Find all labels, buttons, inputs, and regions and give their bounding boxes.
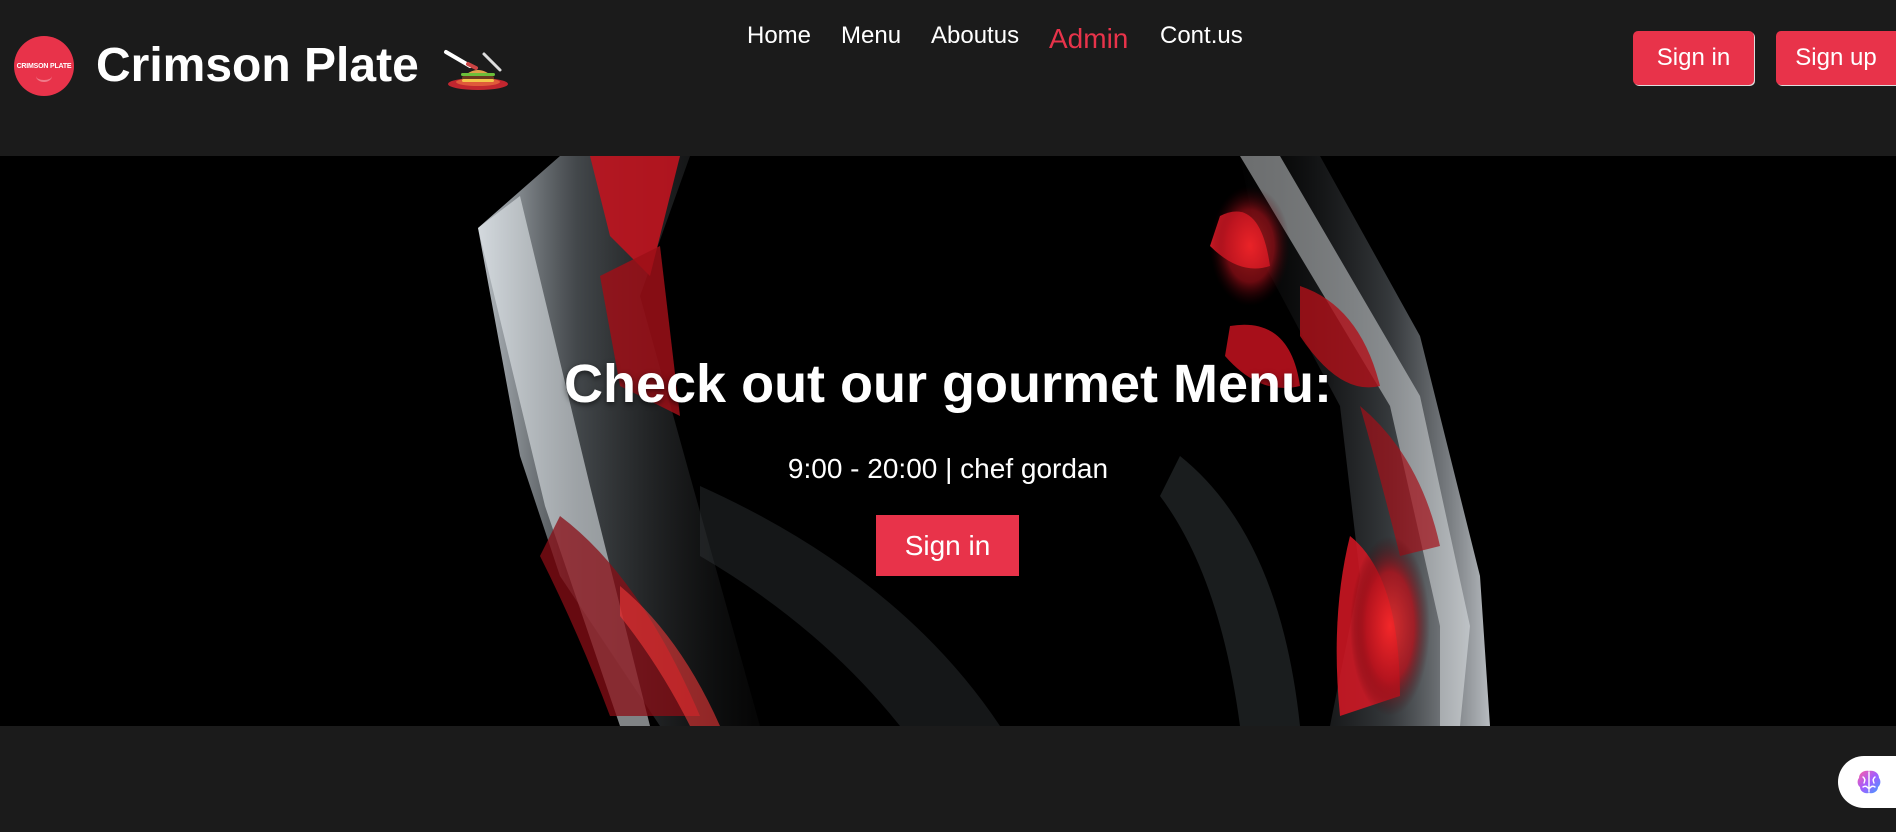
hero-title: Check out our gourmet Menu: [564, 354, 1332, 414]
assistant-button[interactable] [1838, 756, 1896, 808]
site-header: CRIMSON PLATE Crimson Plate Home Menu Ab… [0, 0, 1896, 156]
wine-glass-image [478, 156, 1490, 726]
hero-banner: Check out our gourmet Menu: 9:00 - 20:00… [0, 156, 1896, 726]
main-nav: Home Menu Aboutus Admin Cont.us [0, 20, 1896, 60]
nav-menu[interactable]: Menu [841, 20, 901, 52]
sign-up-button[interactable]: Sign up [1776, 31, 1896, 85]
nav-contact[interactable]: Cont.us [1160, 20, 1243, 52]
logo-text: CRIMSON PLATE [16, 62, 72, 70]
brain-icon [1857, 770, 1881, 794]
hero-sign-in-button[interactable]: Sign in [876, 515, 1019, 576]
nav-admin[interactable]: Admin [1049, 22, 1128, 56]
sign-in-button[interactable]: Sign in [1633, 31, 1754, 85]
hero-subtitle: 9:00 - 20:00 | chef gordan [787, 453, 1109, 484]
nav-home[interactable]: Home [747, 20, 811, 52]
nav-aboutus[interactable]: Aboutus [931, 20, 1019, 52]
